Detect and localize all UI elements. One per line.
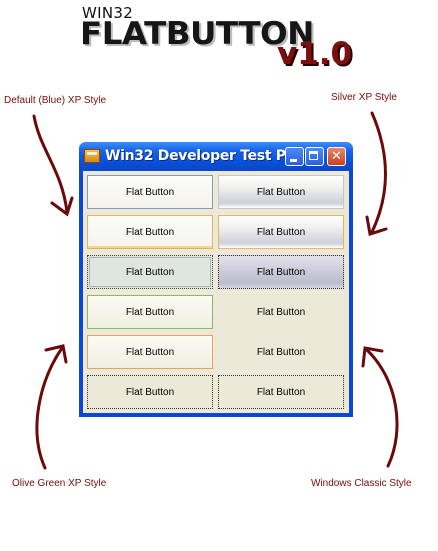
close-button[interactable]: ✕: [327, 147, 346, 166]
flat-button-blue[interactable]: Flat Button: [87, 175, 213, 209]
flat-button-olive-hot[interactable]: Flat Button: [87, 335, 213, 369]
flat-button-silver-hot[interactable]: Flat Button: [218, 215, 344, 249]
flat-button-classic-hot[interactable]: Flat Button: [218, 335, 344, 369]
flat-button-blue-focused[interactable]: Flat Button: [87, 255, 213, 289]
test-pad-window: Win32 Developer Test Pad ✕ Flat Button F…: [79, 142, 353, 417]
close-icon: ✕: [331, 149, 342, 164]
flat-button-blue-hot[interactable]: Flat Button: [87, 215, 213, 249]
flat-button-olive-focused[interactable]: Flat Button: [87, 375, 213, 409]
window-title: Win32 Developer Test Pad: [105, 148, 305, 164]
arrow-olive: [35, 346, 64, 470]
title-bar[interactable]: Win32 Developer Test Pad ✕: [79, 142, 353, 171]
arrow-default-blue-head: [50, 196, 74, 217]
maximize-button[interactable]: [305, 147, 324, 166]
flat-button-silver[interactable]: Flat Button: [218, 175, 344, 209]
arrow-silver: [370, 111, 387, 234]
arrow-classic: [365, 348, 399, 468]
app-icon[interactable]: [84, 149, 100, 163]
flat-button-classic-focused[interactable]: Flat Button: [218, 375, 344, 409]
arrow-default-blue: [32, 114, 69, 214]
flat-button-silver-focused[interactable]: Flat Button: [218, 255, 344, 289]
flat-button-classic[interactable]: Flat Button: [218, 295, 344, 329]
minimize-button[interactable]: [285, 147, 304, 166]
flat-button-olive[interactable]: Flat Button: [87, 295, 213, 329]
window-client-area: Flat Button Flat Button Flat Button Flat…: [83, 171, 349, 413]
